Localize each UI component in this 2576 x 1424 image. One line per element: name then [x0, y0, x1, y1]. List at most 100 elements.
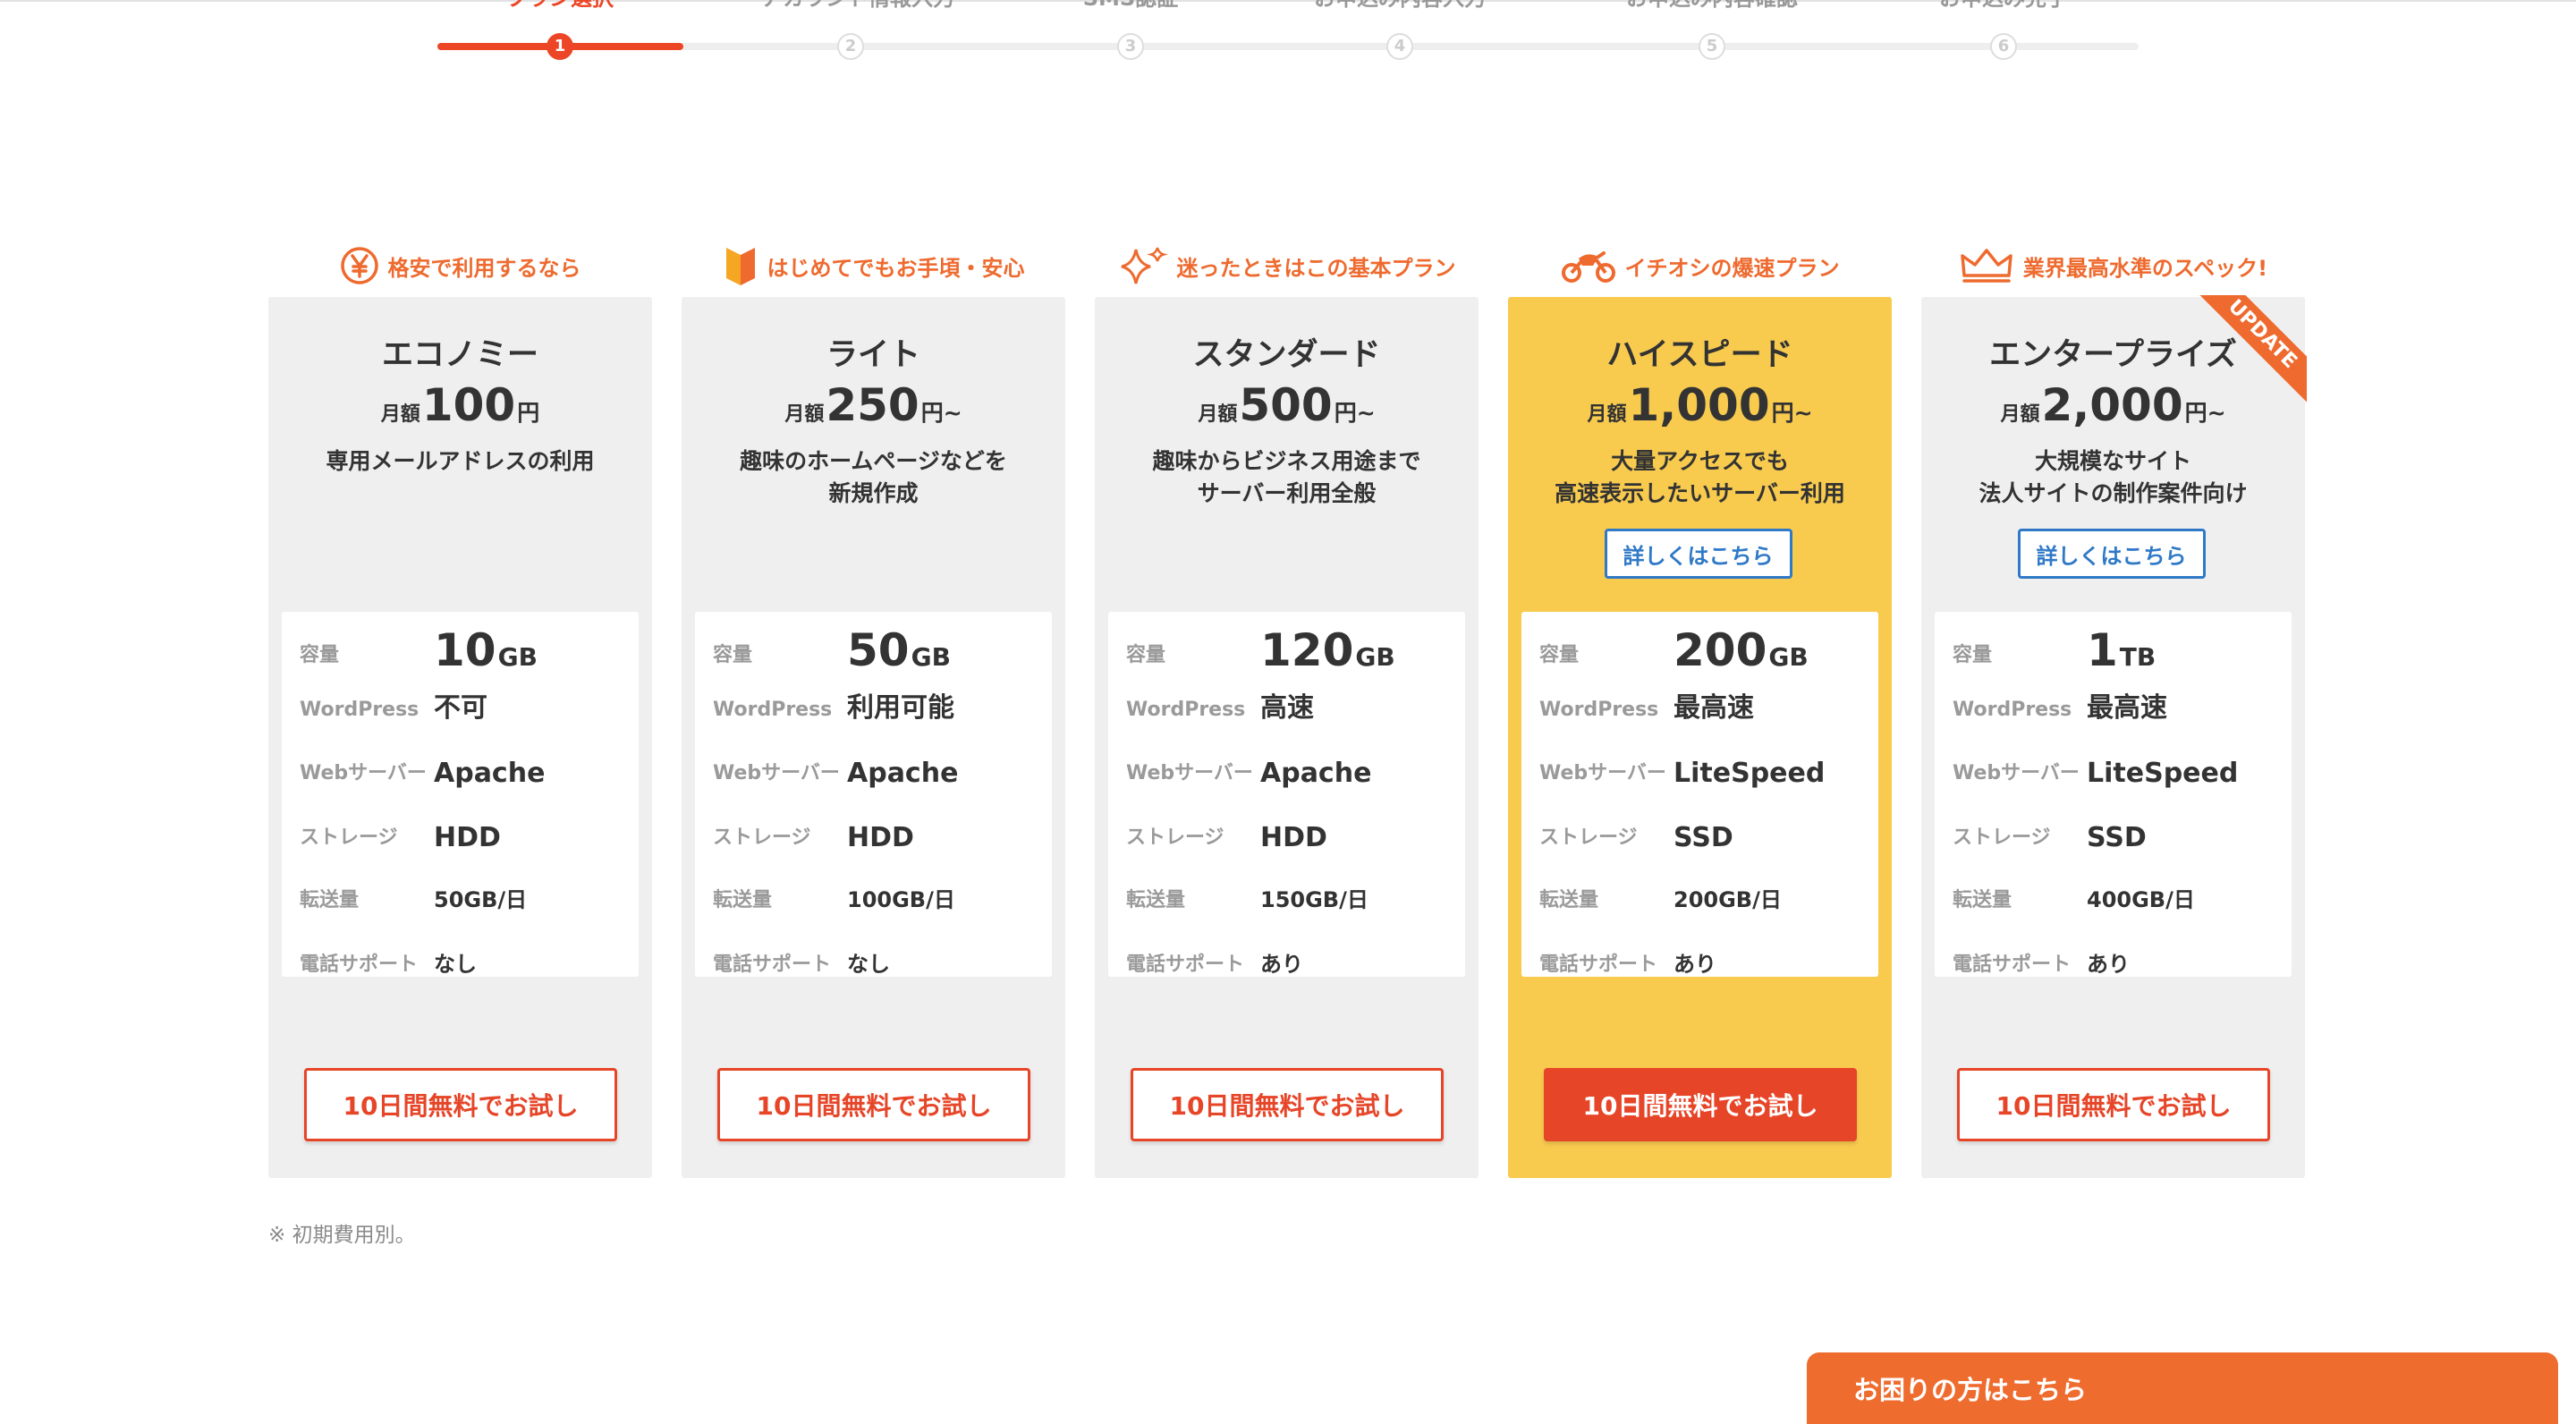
- price-suffix: 円: [517, 400, 540, 426]
- description-line: 高速表示したいサーバー利用: [1555, 480, 1845, 506]
- free-trial-button[interactable]: 10日間無料でお試し: [1957, 1068, 2270, 1141]
- plan-description: 趣味のホームページなどを 新規作成: [682, 445, 1065, 510]
- stepper-track: [437, 43, 2139, 50]
- capacity-number: 1: [2087, 624, 2118, 676]
- spec-value: Apache: [847, 758, 959, 789]
- step-number: 5: [1699, 33, 1725, 60]
- plan-price: 月額250円~: [682, 379, 1065, 431]
- spec-label: 容量: [1539, 644, 1580, 666]
- free-trial-button[interactable]: 10日間無料でお試し: [1131, 1068, 1444, 1141]
- spec-table: 容量 120GB WordPress 高速 Webサーバー Apache ストレ…: [1108, 612, 1465, 977]
- spec-label: ストレージ: [1539, 826, 1638, 849]
- step-label: SMS認証: [1041, 0, 1220, 12]
- spec-value: なし: [847, 952, 890, 977]
- spec-label: 容量: [1126, 644, 1166, 666]
- plan-card-enterprise: UPDATE エンタープライズ 月額2,000円~ 大規模なサイト 法人サイトの…: [1921, 295, 2307, 1178]
- description-line: 大規模なサイト: [2034, 448, 2191, 474]
- plan-name: エンタープライズ: [1989, 337, 2237, 373]
- spec-table: 容量 10GB WordPress 不可 Webサーバー Apache ストレー…: [282, 612, 639, 977]
- spec-label: 容量: [1953, 644, 1993, 666]
- free-trial-button[interactable]: 10日間無料でお試し: [1544, 1068, 1857, 1141]
- spec-row-wordpress: WordPress 高速: [1126, 676, 1456, 730]
- help-tab-button[interactable]: お困りの方はこちら: [1807, 1352, 2558, 1424]
- spec-table: 容量 1TB WordPress 最高速 Webサーバー LiteSpeed ス…: [1935, 612, 2292, 977]
- spec-row-webserver: Webサーバー Apache: [300, 741, 630, 794]
- price-prefix: 月額: [1587, 403, 1627, 426]
- spec-value: Apache: [434, 758, 546, 789]
- spec-label: 電話サポート: [1953, 954, 2072, 976]
- plan-price: 月額100円: [268, 379, 652, 431]
- price-amount: 2,000: [2041, 379, 2183, 431]
- free-trial-button[interactable]: 10日間無料でお試し: [304, 1068, 617, 1141]
- spec-row-wordpress: WordPress 不可: [300, 676, 630, 730]
- spec-row-capacity: 容量 120GB: [1126, 623, 1456, 676]
- plan-card-economy: エコノミー 月額100円 専用メールアドレスの利用 容量 10GB WordPr…: [268, 297, 652, 1178]
- step-4: お申込み内容入力 4: [1310, 0, 1489, 63]
- details-button[interactable]: 詳しくはこちら: [2017, 529, 2206, 579]
- step-1: プラン選択 1: [470, 0, 649, 63]
- price-prefix: 月額: [784, 403, 825, 426]
- spec-value: 高速: [1260, 692, 1314, 724]
- step-label: プラン選択: [470, 0, 649, 12]
- spec-value: SSD: [2087, 822, 2147, 853]
- plan-description: 大量アクセスでも 高速表示したいサーバー利用: [1508, 445, 1892, 510]
- spec-row-webserver: Webサーバー Apache: [1126, 741, 1456, 794]
- spec-value: 120GB: [1260, 624, 1395, 676]
- capacity-unit: GB: [1355, 642, 1395, 672]
- spec-row-transfer: 転送量 400GB/日: [1953, 868, 2283, 921]
- step-number: 1: [547, 33, 573, 60]
- capacity-unit: GB: [497, 642, 538, 672]
- plan-name: エコノミー: [381, 337, 538, 373]
- free-trial-button[interactable]: 10日間無料でお試し: [717, 1068, 1030, 1141]
- spec-value: 不可: [434, 692, 487, 724]
- capacity-number: 200: [1674, 624, 1767, 676]
- spec-row-storage: ストレージ HDD: [713, 805, 1043, 859]
- plan-card-high-speed: ハイスピード 月額1,000円~ 大量アクセスでも 高速表示したいサーバー利用 …: [1508, 297, 1892, 1178]
- plan-tagline: 迷ったときはこの基本プラン: [1095, 242, 1479, 290]
- price-suffix: 円~: [920, 400, 962, 426]
- spec-row-wordpress: WordPress 最高速: [1953, 676, 2283, 730]
- tagline-text: 格安で利用するなら: [387, 255, 581, 281]
- spec-row-storage: ストレージ HDD: [300, 805, 630, 859]
- spec-row-phone: 電話サポート なし: [300, 932, 630, 986]
- spec-row-phone: 電話サポート あり: [1126, 932, 1456, 986]
- spec-value: 最高速: [2087, 692, 2167, 724]
- spec-value: 150GB/日: [1260, 887, 1368, 912]
- yen-icon: [340, 247, 378, 284]
- spec-row-capacity: 容量 50GB: [713, 623, 1043, 676]
- step-label: お申込み内容確認: [1623, 0, 1801, 12]
- price-suffix: 円~: [1334, 400, 1376, 426]
- plan-card-light: ライト 月額250円~ 趣味のホームページなどを 新規作成 容量 50GB Wo…: [682, 297, 1065, 1178]
- spec-row-storage: ストレージ HDD: [1126, 805, 1456, 859]
- description-line: 趣味のホームページなどを: [740, 448, 1007, 474]
- sparkle-icon: [1121, 247, 1168, 284]
- spec-value: 200GB: [1674, 624, 1809, 676]
- spec-label: 転送量: [300, 889, 360, 911]
- step-label: お申込み内容入力: [1310, 0, 1489, 12]
- spec-label: ストレージ: [713, 826, 811, 849]
- spec-row-capacity: 容量 1TB: [1953, 623, 2283, 676]
- plan-tagline: 業界最高水準のスペック!: [1921, 242, 2305, 290]
- description-line: サーバー利用全般: [1197, 480, 1377, 506]
- spec-row-capacity: 容量 10GB: [300, 623, 630, 676]
- spec-label: WordPress: [1126, 699, 1246, 721]
- spec-value: 50GB: [847, 624, 951, 676]
- spec-value: あり: [1674, 952, 1716, 977]
- spec-label: 電話サポート: [713, 954, 832, 976]
- spec-value: 50GB/日: [434, 887, 528, 912]
- price-amount: 500: [1239, 379, 1333, 431]
- spec-value: なし: [434, 952, 477, 977]
- spec-label: 容量: [713, 644, 753, 666]
- description-line: 法人サイトの制作案件向け: [1979, 480, 2248, 506]
- spec-value: 200GB/日: [1674, 887, 1782, 912]
- capacity-unit: GB: [1768, 642, 1809, 672]
- spec-label: 電話サポート: [1539, 954, 1658, 976]
- spec-value: 400GB/日: [2087, 887, 2195, 912]
- description-line: 専用メールアドレスの利用: [326, 448, 595, 474]
- price-suffix: 円~: [1771, 400, 1813, 426]
- plan-description: 趣味からビジネス用途まで サーバー利用全般: [1095, 445, 1479, 510]
- capacity-number: 50: [847, 624, 910, 676]
- details-button[interactable]: 詳しくはこちら: [1604, 529, 1792, 579]
- tagline-text: はじめてでもお手頃・安心: [767, 255, 1025, 281]
- plan-name: ハイスピード: [1606, 337, 1793, 373]
